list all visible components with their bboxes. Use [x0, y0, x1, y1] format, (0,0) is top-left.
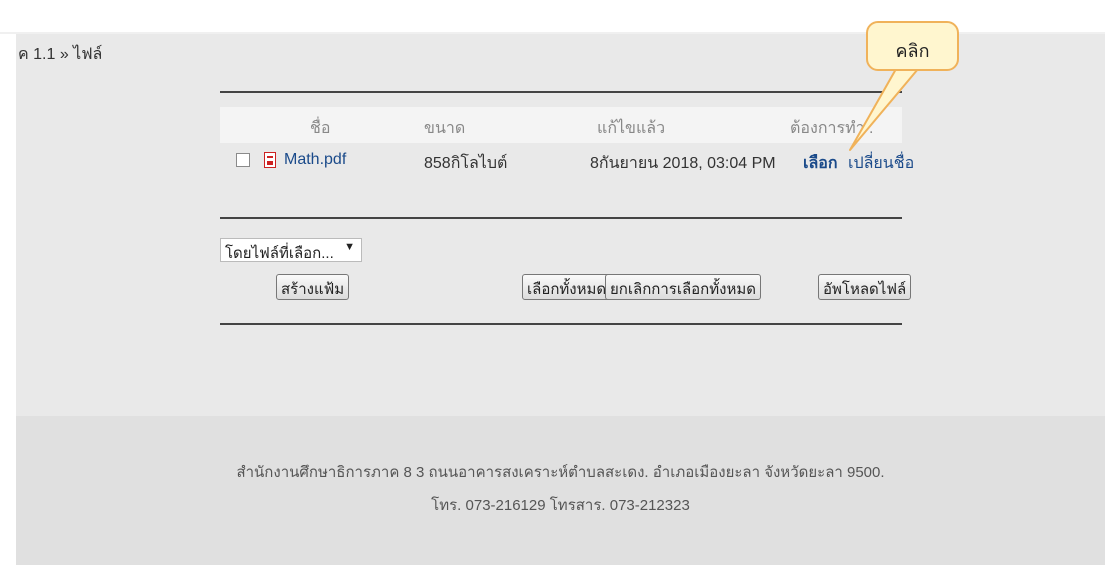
with-selected-dropdown[interactable]: โดยไฟล์ที่เลือก... ▼ — [220, 238, 362, 262]
footer-address: สำนักงานศึกษาธิการภาค 8 3 ถนนอาคารสงเครา… — [236, 464, 885, 481]
breadcrumb: ค 1.1 » ไฟล์ — [18, 42, 102, 67]
table-row: Math.pdf 858กิโลไบต์ 8กันยายน 2018, 03:0… — [220, 143, 914, 181]
file-name-link[interactable]: Math.pdf — [284, 151, 346, 169]
dropdown-arrow-icon: ▼ — [344, 241, 355, 253]
upload-file-button[interactable]: อัพโหลดไฟล์ — [818, 274, 912, 300]
pdf-file-icon — [264, 152, 276, 168]
header-size[interactable]: ขนาด — [424, 116, 465, 141]
footer: สำนักงานศึกษาธิการภาค 8 3 ถนนอาคารสงเครา… — [16, 416, 1105, 565]
row-checkbox[interactable] — [236, 153, 250, 167]
with-selected-value: โดยไฟล์ที่เลือก... — [225, 245, 334, 262]
click-callout: คลิก — [866, 21, 959, 71]
callout-label: คลิก — [895, 41, 930, 61]
select-all-button[interactable]: เลือกทั้งหมด — [522, 274, 612, 300]
select-file-link[interactable]: เลือก — [803, 151, 838, 176]
main-content: ค 1.1 » ไฟล์ ชื่อ ขนาด แก้ไขแล้ว ต้องการ… — [16, 34, 1105, 416]
middle-divider — [220, 217, 902, 219]
top-divider — [220, 91, 902, 93]
file-modified: 8กันยายน 2018, 03:04 PM — [590, 155, 776, 172]
deselect-all-button[interactable]: ยกเลิกการเลือกทั้งหมด — [605, 274, 761, 300]
table-header: ชื่อ ขนาด แก้ไขแล้ว ต้องการทำ . — [220, 107, 902, 143]
rename-file-link[interactable]: เปลี่ยนชื่อ — [848, 151, 914, 176]
footer-phone: โทร. 073-216129 โทรสาร. 073-212323 — [431, 497, 690, 514]
header-name[interactable]: ชื่อ — [310, 116, 330, 141]
header-modified[interactable]: แก้ไขแล้ว — [597, 116, 665, 141]
header-actions: ต้องการทำ . — [790, 120, 874, 137]
bottom-divider — [220, 323, 902, 325]
create-folder-button[interactable]: สร้างแฟ้ม — [276, 274, 350, 300]
file-manager-panel: ชื่อ ขนาด แก้ไขแล้ว ต้องการทำ . Math.pdf… — [220, 91, 914, 361]
file-size: 858กิโลไบต์ — [424, 155, 508, 172]
files-table: ชื่อ ขนาด แก้ไขแล้ว ต้องการทำ . Math.pdf… — [220, 107, 914, 181]
breadcrumb-text[interactable]: ค 1.1 » ไฟล์ — [18, 46, 102, 63]
